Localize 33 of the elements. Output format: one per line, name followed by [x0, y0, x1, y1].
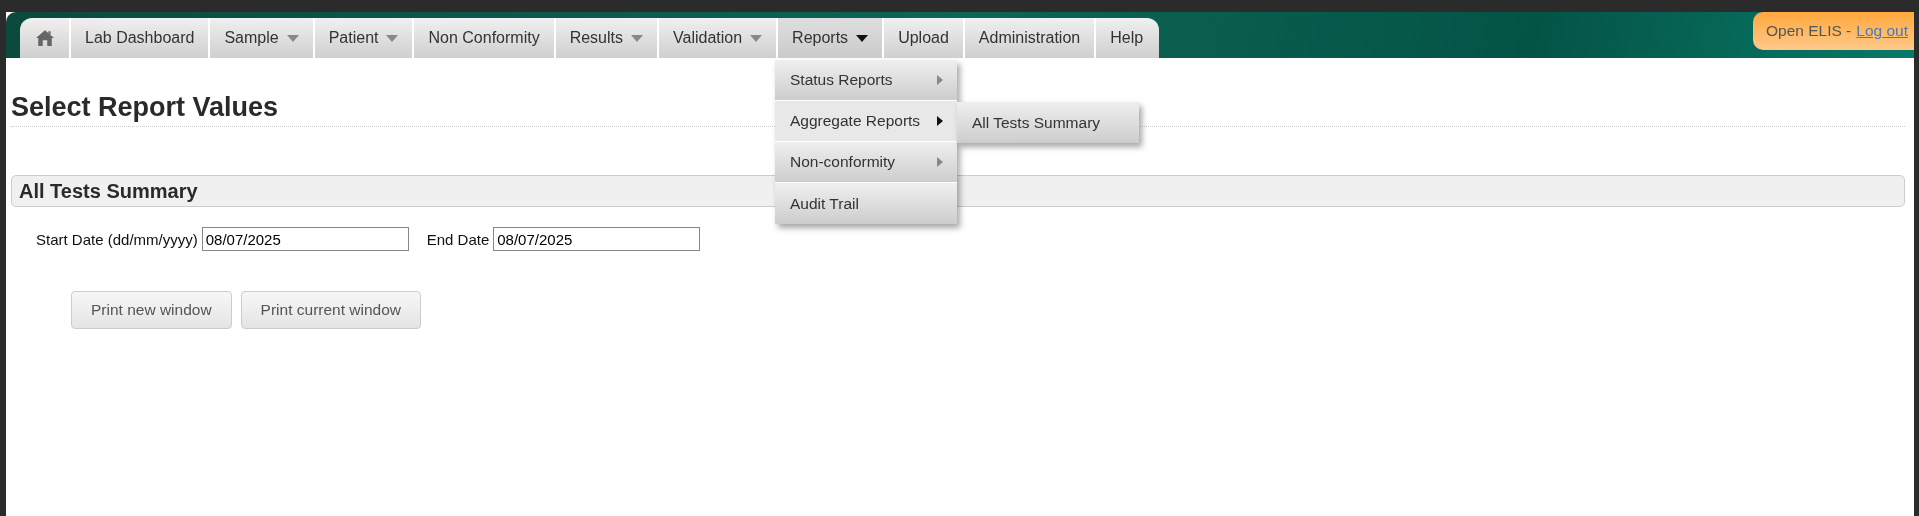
home-icon [36, 30, 54, 46]
home-tab[interactable] [20, 18, 71, 58]
print-button[interactable]: Print current window [240, 291, 422, 329]
section-title: All Tests Summary [19, 179, 198, 203]
field-label: Start Date (dd/mm/yyyy) [36, 230, 198, 248]
nav-tab[interactable]: Reports [778, 18, 885, 58]
app-name: Open ELIS - [1766, 22, 1852, 40]
submenu-arrow-icon [937, 116, 943, 126]
nav-tab[interactable]: Upload [884, 18, 965, 58]
print-button[interactable]: Print new window [71, 291, 232, 329]
menu-item[interactable]: Non-conformity [775, 142, 957, 183]
field-label: End Date [426, 230, 490, 248]
caret-icon [856, 34, 869, 42]
nav-tab[interactable]: Sample [210, 18, 315, 58]
nav-tab[interactable]: Non Conformity [414, 18, 556, 58]
nav-tab[interactable]: Results [555, 18, 659, 58]
submenu-arrow-icon [937, 75, 943, 85]
menu-item[interactable]: Aggregate Reports [775, 101, 957, 142]
nav-tab[interactable]: Administration [964, 18, 1097, 58]
date-field[interactable]: 08/07/2025 [201, 227, 409, 251]
caret-icon [631, 34, 643, 42]
caret-icon [750, 34, 763, 42]
date-field[interactable]: 08/07/2025 [493, 227, 701, 251]
caret-icon [386, 34, 399, 42]
caret-icon [286, 34, 299, 42]
nav-tab[interactable]: Lab Dashboard [71, 18, 211, 58]
menu-item[interactable]: Audit Trail [775, 183, 957, 224]
menu-item[interactable]: Status Reports [775, 60, 957, 101]
submenu-arrow-icon [937, 157, 943, 167]
nav-tab[interactable]: Validation [659, 18, 779, 58]
nav-tab[interactable]: Patient [314, 18, 415, 58]
nav-tab[interactable]: Help [1096, 18, 1160, 58]
menu-item[interactable]: All Tests Summary [957, 102, 1139, 143]
